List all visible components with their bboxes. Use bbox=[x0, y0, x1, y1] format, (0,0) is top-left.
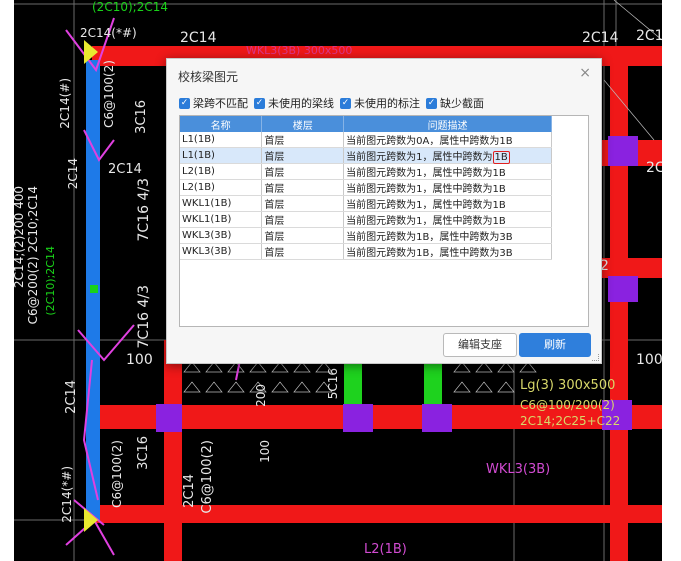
cad-label-left-2c14-2: 2C14 bbox=[66, 158, 80, 190]
checkbox-checked-icon[interactable]: ✓ bbox=[340, 97, 351, 109]
cad-label-lower-2c14-c: 2C14 bbox=[182, 474, 197, 508]
cell-description: 当前图元跨数为1，属性中跨数为1B bbox=[343, 179, 552, 196]
table-row[interactable]: WKL1(1B) 首层 当前图元跨数为1，属性中跨数为1B bbox=[180, 195, 552, 212]
cell-name: L2(1B) bbox=[180, 179, 263, 196]
cell-name: L1(1B) bbox=[180, 147, 263, 164]
dialog-title: 校核梁图元 bbox=[178, 70, 239, 84]
cell-description: 当前图元跨数为1，属性中跨数为1B bbox=[343, 163, 552, 180]
cell-floor: 首层 bbox=[261, 195, 345, 212]
cad-label-right-100: 100 bbox=[636, 352, 662, 368]
cell-name: WKL3(3B) bbox=[180, 243, 263, 260]
cell-description: 当前图元跨数为1B，属性中跨数为3B bbox=[343, 243, 552, 260]
cell-floor: 首层 bbox=[261, 132, 345, 148]
cad-label-far-left-2: (2C10);2C14 bbox=[44, 246, 57, 316]
cad-label-mid-5c16: 5C16 bbox=[326, 368, 340, 400]
checkbox-checked-icon[interactable]: ✓ bbox=[179, 97, 190, 109]
cell-description-text: 当前图元跨数为1，属性中跨数为 1B bbox=[346, 151, 510, 164]
table-header-row: 名称 楼层 问题描述 bbox=[180, 116, 552, 132]
cell-floor: 首层 bbox=[261, 147, 345, 164]
highlight-marker: 1B bbox=[492, 151, 510, 164]
cad-label-wkl3: WKL3(3B) bbox=[486, 462, 551, 477]
cad-label-left-c6: C6@100(2) bbox=[102, 60, 116, 128]
cad-label-mid-100: 100 bbox=[126, 352, 153, 368]
cad-label-left-3c16: 3C16 bbox=[134, 100, 149, 134]
cell-floor: 首层 bbox=[261, 163, 345, 180]
cell-description: 当前图元跨数为1B，属性中跨数为3B bbox=[343, 227, 552, 244]
cell-name: L2(1B) bbox=[180, 163, 263, 180]
table-row[interactable]: WKL3(3B) 首层 当前图元跨数为1B，属性中跨数为3B bbox=[180, 227, 552, 244]
check-beam-dialog: 校核梁图元 × ✓ 梁跨不匹配 ✓ 未使用的梁线 ✓ 未使用的标注 ✓ 缺少截面… bbox=[166, 58, 602, 364]
cad-label-top-2c14-a: 2C14(*#) bbox=[80, 26, 137, 40]
cad-label-lower-c6-b: C6@100(2) bbox=[200, 440, 215, 514]
resize-grip-icon[interactable] bbox=[592, 354, 599, 361]
cad-label-lower-100: 100 bbox=[258, 440, 272, 463]
filter-checkboxes: ✓ 梁跨不匹配 ✓ 未使用的梁线 ✓ 未使用的标注 ✓ 缺少截面 bbox=[179, 95, 484, 111]
cad-label-lower-left-2c14: 2C14 bbox=[64, 380, 79, 414]
cell-name: L1(1B) bbox=[180, 132, 263, 148]
filter-unused-beam-line[interactable]: ✓ 未使用的梁线 bbox=[254, 95, 334, 111]
filter-label: 未使用的梁线 bbox=[268, 97, 334, 110]
cell-name: WKL1(1B) bbox=[180, 195, 263, 212]
cad-label-top-2c1: 2C1 bbox=[636, 28, 662, 44]
cad-label-top-2c14-c: 2C14 bbox=[582, 30, 619, 46]
cad-label-lower-2c14-b: 2C14(*#) bbox=[60, 466, 74, 523]
cell-description: 当前图元跨数为1，属性中跨数为1B bbox=[343, 211, 552, 228]
cad-label-lg-rebar-1: C6@100/200(2) bbox=[520, 398, 615, 412]
filter-unused-annotation[interactable]: ✓ 未使用的标注 bbox=[340, 95, 420, 111]
cell-name: WKL1(1B) bbox=[180, 211, 263, 228]
cell-description: 当前图元跨数为0A，属性中跨数为1B bbox=[343, 132, 552, 148]
cad-label-lower-c6: C6@100(2) bbox=[110, 440, 124, 508]
cad-label-top-rebar: (2C10);2C14 bbox=[92, 0, 168, 14]
filter-missing-section[interactable]: ✓ 缺少截面 bbox=[426, 95, 484, 111]
cad-label-left-7c16-b: 7C16 4/3 bbox=[136, 285, 152, 349]
cell-floor: 首层 bbox=[261, 227, 345, 244]
cad-label-far-left-3: 2C14;(2)200 400 bbox=[14, 186, 26, 288]
cad-label-right-2c: 2C bbox=[646, 160, 662, 176]
table-row[interactable]: L2(1B) 首层 当前图元跨数为1，属性中跨数为1B bbox=[180, 163, 552, 180]
issues-table-container[interactable]: 名称 楼层 问题描述 L1(1B) 首层 当前图元跨数为0A，属性中跨数为1B … bbox=[179, 115, 589, 327]
table-row[interactable]: WKL1(1B) 首层 当前图元跨数为1，属性中跨数为1B bbox=[180, 211, 552, 228]
checkbox-checked-icon[interactable]: ✓ bbox=[254, 97, 265, 109]
refresh-button[interactable]: 刷新 bbox=[519, 333, 591, 357]
cad-label-lg: Lg(3) 300x500 bbox=[520, 378, 616, 393]
edit-support-button[interactable]: 编辑支座 bbox=[443, 333, 517, 357]
cell-floor: 首层 bbox=[261, 243, 345, 260]
cell-description: 当前图元跨数为1，属性中跨数为1B bbox=[343, 147, 552, 164]
column-header-name[interactable]: 名称 bbox=[180, 116, 263, 132]
cad-label-left-2c14-1: 2C14(#) bbox=[58, 78, 72, 129]
cad-label-top-2c14-b: 2C14 bbox=[180, 30, 217, 46]
cad-label-left-7c16: 7C16 4/3 bbox=[136, 178, 152, 242]
filter-label: 缺少截面 bbox=[440, 97, 484, 110]
close-icon[interactable]: × bbox=[579, 65, 591, 81]
table-row[interactable]: L1(1B) 首层 当前图元跨数为0A，属性中跨数为1B bbox=[180, 132, 552, 148]
cad-label-lg-rebar-2: 2C14;2C25+C22 bbox=[520, 414, 621, 428]
column-header-floor[interactable]: 楼层 bbox=[261, 116, 345, 132]
cell-description: 当前图元跨数为1，属性中跨数为1B bbox=[343, 195, 552, 212]
checkbox-checked-icon[interactable]: ✓ bbox=[426, 97, 437, 109]
filter-label: 梁跨不匹配 bbox=[193, 97, 248, 110]
cad-label-top-faded: WKL3(3B) 300x500 bbox=[246, 44, 353, 57]
cad-label-l2: L2(1B) bbox=[364, 542, 407, 557]
cell-name: WKL3(3B) bbox=[180, 227, 263, 244]
cell-floor: 首层 bbox=[261, 179, 345, 196]
cell-floor: 首层 bbox=[261, 211, 345, 228]
issues-table: 名称 楼层 问题描述 L1(1B) 首层 当前图元跨数为0A，属性中跨数为1B … bbox=[180, 116, 552, 260]
column-header-description[interactable]: 问题描述 bbox=[343, 116, 552, 132]
cad-label-mid-200: 200 bbox=[254, 384, 268, 407]
table-row-selected[interactable]: L1(1B) 首层 当前图元跨数为1，属性中跨数为 1B bbox=[180, 147, 552, 164]
cad-label-lower-3c16: 3C16 bbox=[136, 436, 151, 470]
cad-label-left-2c14-3: 2C14 bbox=[108, 162, 142, 177]
table-row[interactable]: L2(1B) 首层 当前图元跨数为1，属性中跨数为1B bbox=[180, 179, 552, 196]
table-row[interactable]: WKL3(3B) 首层 当前图元跨数为1B，属性中跨数为3B bbox=[180, 243, 552, 260]
filter-label: 未使用的标注 bbox=[354, 97, 420, 110]
cad-label-far-left-1: C6@200(2) 2C10;2C14 bbox=[26, 186, 40, 325]
filter-span-mismatch[interactable]: ✓ 梁跨不匹配 bbox=[179, 95, 248, 111]
